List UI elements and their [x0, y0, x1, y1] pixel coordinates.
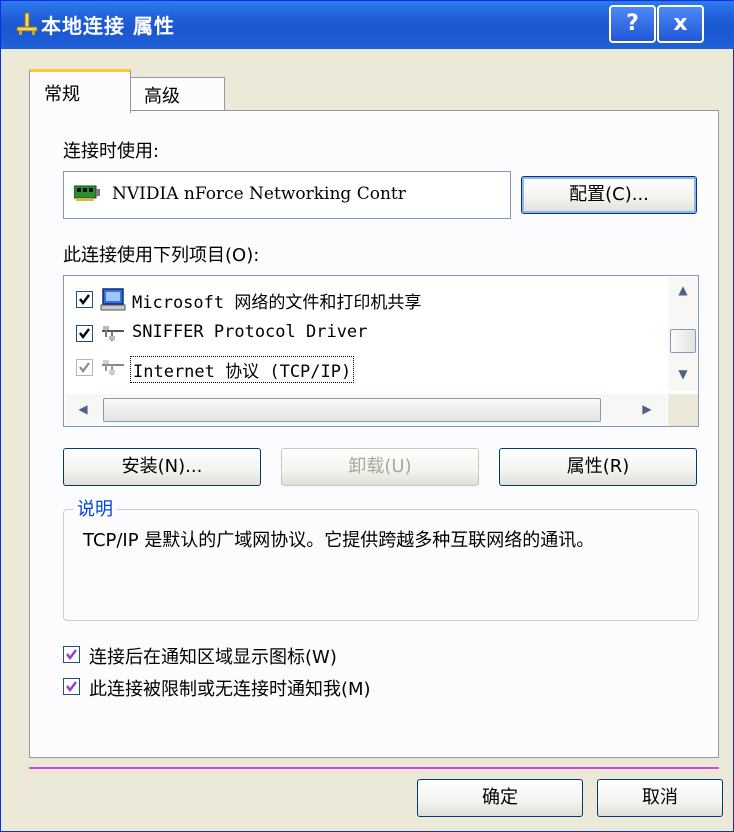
- computer-share-icon: [100, 288, 126, 311]
- properties-button[interactable]: 属性(R): [499, 448, 697, 486]
- description-group: [63, 509, 699, 621]
- scroll-down-arrow-icon[interactable]: ▼: [668, 367, 698, 381]
- horizontal-scrollbar[interactable]: ◀ ▶: [65, 394, 667, 426]
- checkmark-icon: [79, 362, 90, 373]
- horizontal-scroll-thumb[interactable]: [103, 398, 601, 422]
- adapter-field: NVIDIA nForce Networking Contr: [63, 171, 511, 219]
- scroll-corner: [668, 394, 698, 426]
- window-title: 本地连接 属性: [41, 14, 175, 38]
- item-label: Internet 协议 (TCP/IP): [130, 356, 355, 383]
- vertical-scroll-thumb[interactable]: [670, 329, 696, 353]
- separator: [29, 767, 719, 769]
- checkbox-file-sharing[interactable]: [76, 291, 93, 308]
- components-label: 此连接使用下列项目(O):: [63, 245, 260, 266]
- option-label: 连接后在通知区域显示图标(W): [89, 647, 337, 668]
- tab-advanced[interactable]: 高级: [129, 77, 225, 111]
- network-protocol-icon: [102, 326, 124, 341]
- item-label: SNIFFER Protocol Driver: [132, 322, 368, 342]
- network-protocol-icon: [102, 360, 124, 375]
- adapter-name: NVIDIA nForce Networking Contr: [112, 184, 406, 204]
- description-text: TCP/IP 是默认的广域网协议。它提供跨越多种互联网络的通讯。: [83, 530, 595, 551]
- configure-button[interactable]: 配置(C)...: [521, 176, 697, 214]
- description-title: 说明: [73, 495, 117, 521]
- cancel-button[interactable]: 取消: [597, 779, 723, 817]
- help-button[interactable]: ?: [609, 5, 656, 43]
- checkbox-show-icon[interactable]: [63, 646, 80, 663]
- checkmark-icon: [66, 681, 77, 692]
- checkmark-icon: [66, 649, 77, 660]
- title-bar[interactable]: 本地连接 属性 ? x: [1, 1, 734, 49]
- checkbox-sniffer[interactable]: [76, 325, 93, 342]
- option-label: 此连接被限制或无连接时通知我(M): [89, 679, 371, 700]
- connect-using-label: 连接时使用:: [63, 141, 160, 162]
- scroll-right-arrow-icon[interactable]: ▶: [637, 402, 657, 416]
- checkbox-notify[interactable]: [63, 678, 80, 695]
- scroll-up-arrow-icon[interactable]: ▲: [668, 283, 698, 297]
- install-button[interactable]: 安装(N)...: [63, 448, 261, 486]
- uninstall-button[interactable]: 卸载(U): [281, 448, 479, 486]
- network-card-icon: [74, 185, 100, 201]
- components-list[interactable]: Microsoft 网络的文件和打印机共享 SNIFFER Protocol D…: [63, 275, 699, 427]
- properties-dialog: 本地连接 属性 ? x 高级 常规 连接时使用: NVIDIA nForce N…: [0, 0, 734, 832]
- scroll-left-arrow-icon[interactable]: ◀: [73, 402, 93, 416]
- checkbox-tcp-ip[interactable]: [76, 359, 93, 376]
- checkmark-icon: [79, 328, 90, 339]
- ok-button[interactable]: 确定: [417, 779, 583, 817]
- vertical-scrollbar[interactable]: ▲ ▼: [668, 277, 698, 391]
- item-label: Microsoft 网络的文件和打印机共享: [132, 293, 422, 313]
- checkmark-icon: [79, 294, 90, 305]
- tab-general[interactable]: 常规: [29, 69, 131, 113]
- close-button[interactable]: x: [657, 5, 704, 43]
- network-connection-icon: [16, 12, 38, 35]
